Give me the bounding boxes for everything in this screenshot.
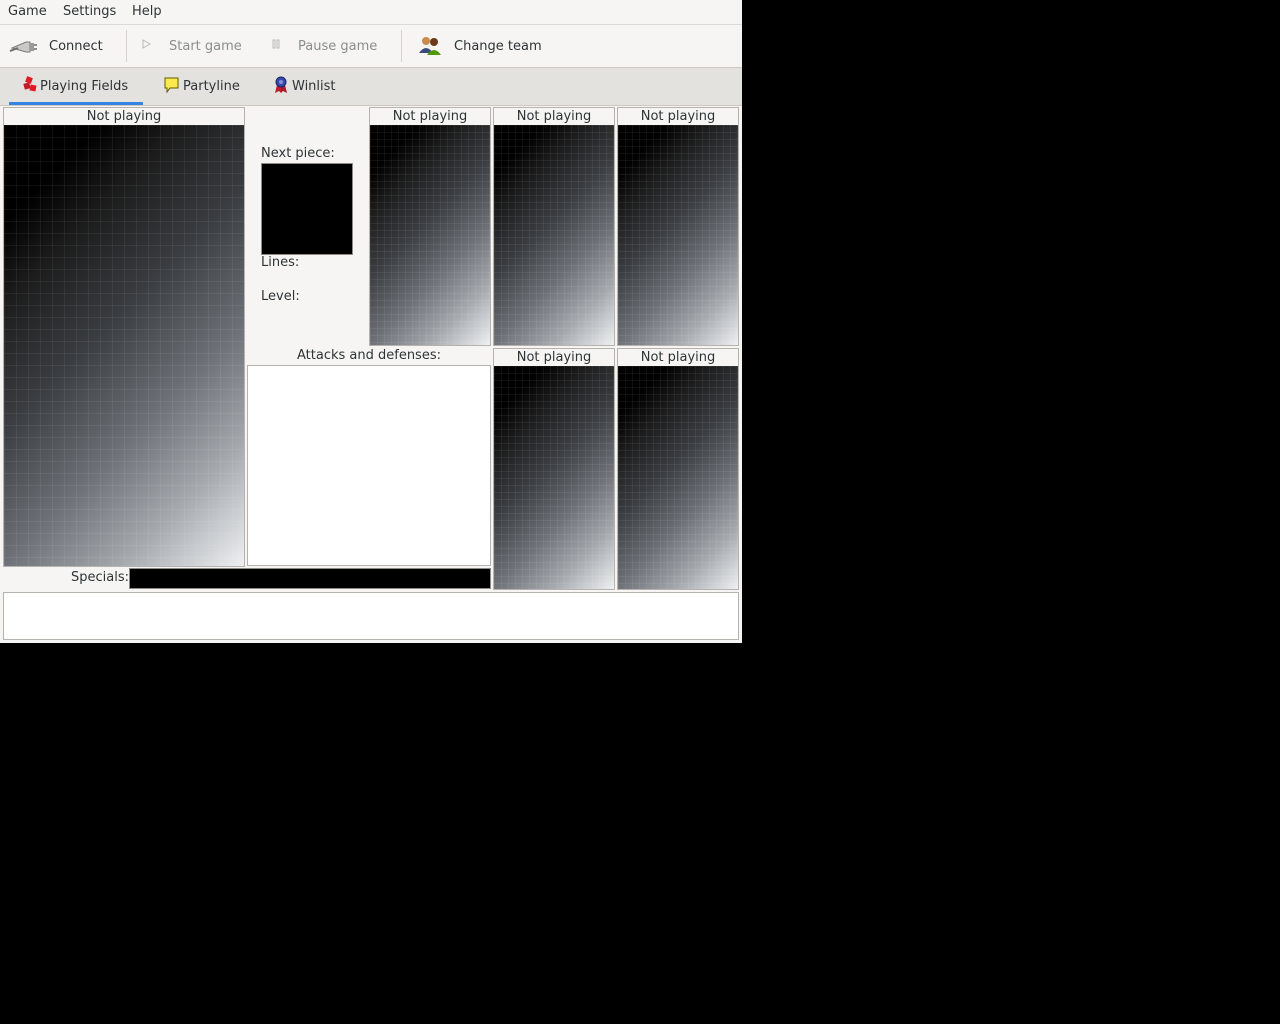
opponent-field: Not playing <box>617 107 739 346</box>
next-piece-preview <box>261 163 353 255</box>
tab-partyline-label: Partyline <box>183 79 240 94</box>
connect-button[interactable]: Connect <box>8 25 120 67</box>
tetris-blocks-icon <box>22 75 40 98</box>
app-window: Game Settings Help Connect Start game Pa… <box>0 0 742 643</box>
plug-icon <box>8 34 38 58</box>
player-field: Not playing <box>3 107 245 567</box>
menu-settings[interactable]: Settings <box>63 4 116 19</box>
opponent-field-status: Not playing <box>640 109 716 124</box>
opponent-field: Not playing <box>617 348 739 590</box>
opponent-field-status: Not playing <box>516 109 592 124</box>
opponent-field-canvas <box>618 366 738 589</box>
pause-game-button[interactable]: Pause game <box>270 25 390 67</box>
next-piece-label: Next piece: <box>261 146 335 161</box>
notebook-tabs: Playing Fields Partyline Winlist <box>0 68 742 106</box>
change-team-label: Change team <box>454 38 542 54</box>
attacks-log[interactable] <box>247 365 491 566</box>
attacks-label: Attacks and defenses: <box>297 348 441 363</box>
opponent-field-status: Not playing <box>516 350 592 365</box>
opponent-field: Not playing <box>369 107 491 346</box>
menubar: Game Settings Help <box>0 0 742 25</box>
menu-game[interactable]: Game <box>8 4 47 19</box>
player-field-canvas <box>4 125 244 566</box>
start-game-button[interactable]: Start game <box>140 25 255 67</box>
opponent-field-status: Not playing <box>392 109 468 124</box>
start-game-label: Start game <box>169 38 242 54</box>
opponent-field: Not playing <box>493 348 615 590</box>
specials-bar <box>129 568 491 589</box>
tab-partyline[interactable]: Partyline <box>163 68 255 105</box>
tab-playing-fields[interactable]: Playing Fields <box>9 68 143 105</box>
change-team-button[interactable]: Change team <box>416 25 556 67</box>
opponent-field: Not playing <box>493 107 615 346</box>
connect-label: Connect <box>49 38 103 54</box>
tab-winlist[interactable]: Winlist <box>273 68 353 105</box>
play-icon <box>140 38 158 54</box>
tab-playing-fields-label: Playing Fields <box>40 79 129 94</box>
lines-label: Lines: <box>261 255 300 270</box>
tab-winlist-label: Winlist <box>292 79 336 94</box>
speech-bubble-icon <box>163 76 183 98</box>
level-label: Level: <box>261 289 300 304</box>
active-tab-indicator <box>9 102 143 105</box>
menu-help[interactable]: Help <box>132 4 162 19</box>
specials-label: Specials: <box>71 570 129 585</box>
opponent-field-canvas <box>494 125 614 345</box>
team-icon <box>416 33 444 59</box>
opponent-field-status: Not playing <box>640 350 716 365</box>
pause-game-label: Pause game <box>298 38 378 54</box>
opponent-field-canvas <box>618 125 738 345</box>
message-area[interactable] <box>3 592 739 640</box>
opponent-field-canvas <box>370 125 490 345</box>
player-field-status: Not playing <box>86 109 162 124</box>
pause-icon <box>270 38 288 54</box>
opponent-field-canvas <box>494 366 614 589</box>
toolbar-separator <box>126 30 127 62</box>
toolbar-separator <box>401 30 402 62</box>
toolbar: Connect Start game Pause game Change tea… <box>0 25 742 68</box>
ribbon-award-icon <box>273 76 292 98</box>
